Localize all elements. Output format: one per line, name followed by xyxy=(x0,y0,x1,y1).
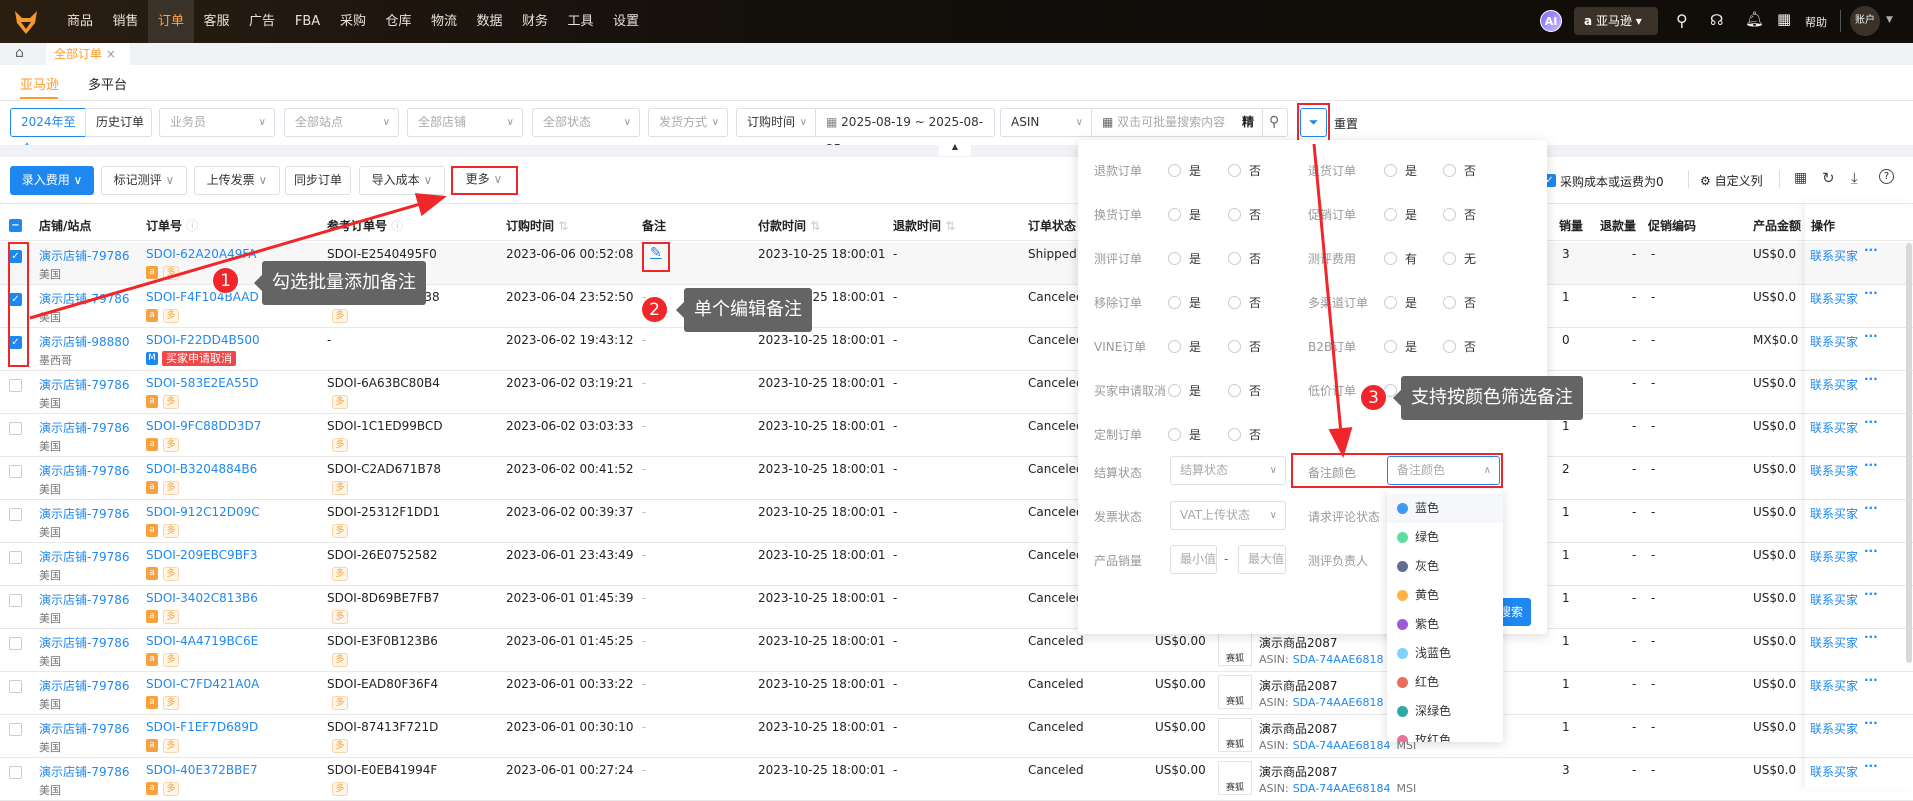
annotation-1-badge: 1 xyxy=(212,267,239,294)
annotation-2-badge: 2 xyxy=(641,296,668,323)
annotation-arrows xyxy=(29,143,1353,458)
annotation-1-tooltip: 勾选批量添加备注 xyxy=(254,261,426,305)
annotation-3-badge: 3 xyxy=(1360,384,1387,411)
annotation-2-tooltip: 单个编辑备注 xyxy=(676,288,812,332)
annotation-3-tooltip: 支持按颜色筛选备注 xyxy=(1393,376,1583,420)
